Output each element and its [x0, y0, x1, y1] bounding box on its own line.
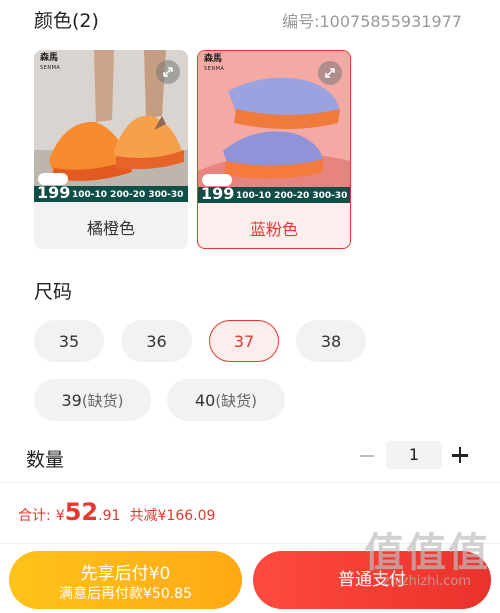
sku-selector-sheet: 颜色(2) 编号:10075855931977 森馬 SENMA 199 100… — [0, 0, 500, 613]
expand-icon[interactable] — [318, 61, 342, 85]
pay-later-button[interactable]: 先享后付¥0 满意后再付款¥50.85 — [9, 551, 242, 609]
size-option-37[interactable]: 37 — [209, 320, 279, 362]
sku-code: 编号:10075855931977 — [282, 12, 462, 31]
size-option-40[interactable]: 40 (缺货) — [167, 379, 285, 421]
size-section-title: 尺码 — [34, 281, 73, 303]
size-option-35[interactable]: 35 — [34, 320, 104, 362]
divider — [0, 482, 500, 483]
minus-icon[interactable] — [356, 445, 378, 467]
pay-later-label: 先享后付¥0 — [80, 564, 171, 584]
total-saved: 共减¥166.09 — [129, 508, 216, 524]
size-option-39[interactable]: 39 (缺货) — [34, 379, 151, 421]
quantity-section-title: 数量 — [26, 449, 65, 471]
color-option-blue-pink[interactable]: 森馬 SENMA 199 100-10 200-20 300-30 蓝粉色 — [197, 50, 351, 249]
color-option-label: 橘橙色 — [86, 219, 135, 238]
product-image-blue-pink: 森馬 SENMA 199 100-10 200-20 300-30 — [198, 51, 350, 203]
promo-text: 100-10 200-20 300-30 — [236, 191, 348, 201]
promo-text: 100-10 200-20 300-30 — [72, 190, 184, 200]
brand-logo: 森馬 SENMA — [40, 53, 61, 72]
color-option-label: 蓝粉色 — [249, 220, 298, 239]
out-of-stock-label: (缺货) — [215, 391, 258, 410]
plus-icon[interactable] — [450, 445, 470, 465]
expand-icon[interactable] — [156, 60, 180, 84]
product-image-orange: 森馬 SENMA 199 100-10 200-20 300-30 — [34, 50, 188, 202]
price-badge: 199 — [37, 183, 71, 202]
out-of-stock-label: (缺货) — [81, 391, 124, 410]
size-option-38[interactable]: 38 — [296, 320, 366, 362]
size-option-36[interactable]: 36 — [121, 320, 192, 362]
brand-logo: 森馬 SENMA — [204, 54, 225, 73]
watermark: 值值值 zhizhizhi.com — [364, 530, 490, 589]
color-section-title: 颜色(2) — [34, 10, 99, 32]
quantity-input[interactable]: 1 — [386, 441, 442, 469]
pay-later-sublabel: 满意后再付款¥50.85 — [59, 586, 192, 602]
total-price: 合计: ¥52.91 共减¥166.09 — [18, 498, 216, 526]
price-badge: 199 — [201, 184, 235, 203]
color-option-orange[interactable]: 森馬 SENMA 199 100-10 200-20 300-30 橘橙色 — [34, 50, 188, 249]
